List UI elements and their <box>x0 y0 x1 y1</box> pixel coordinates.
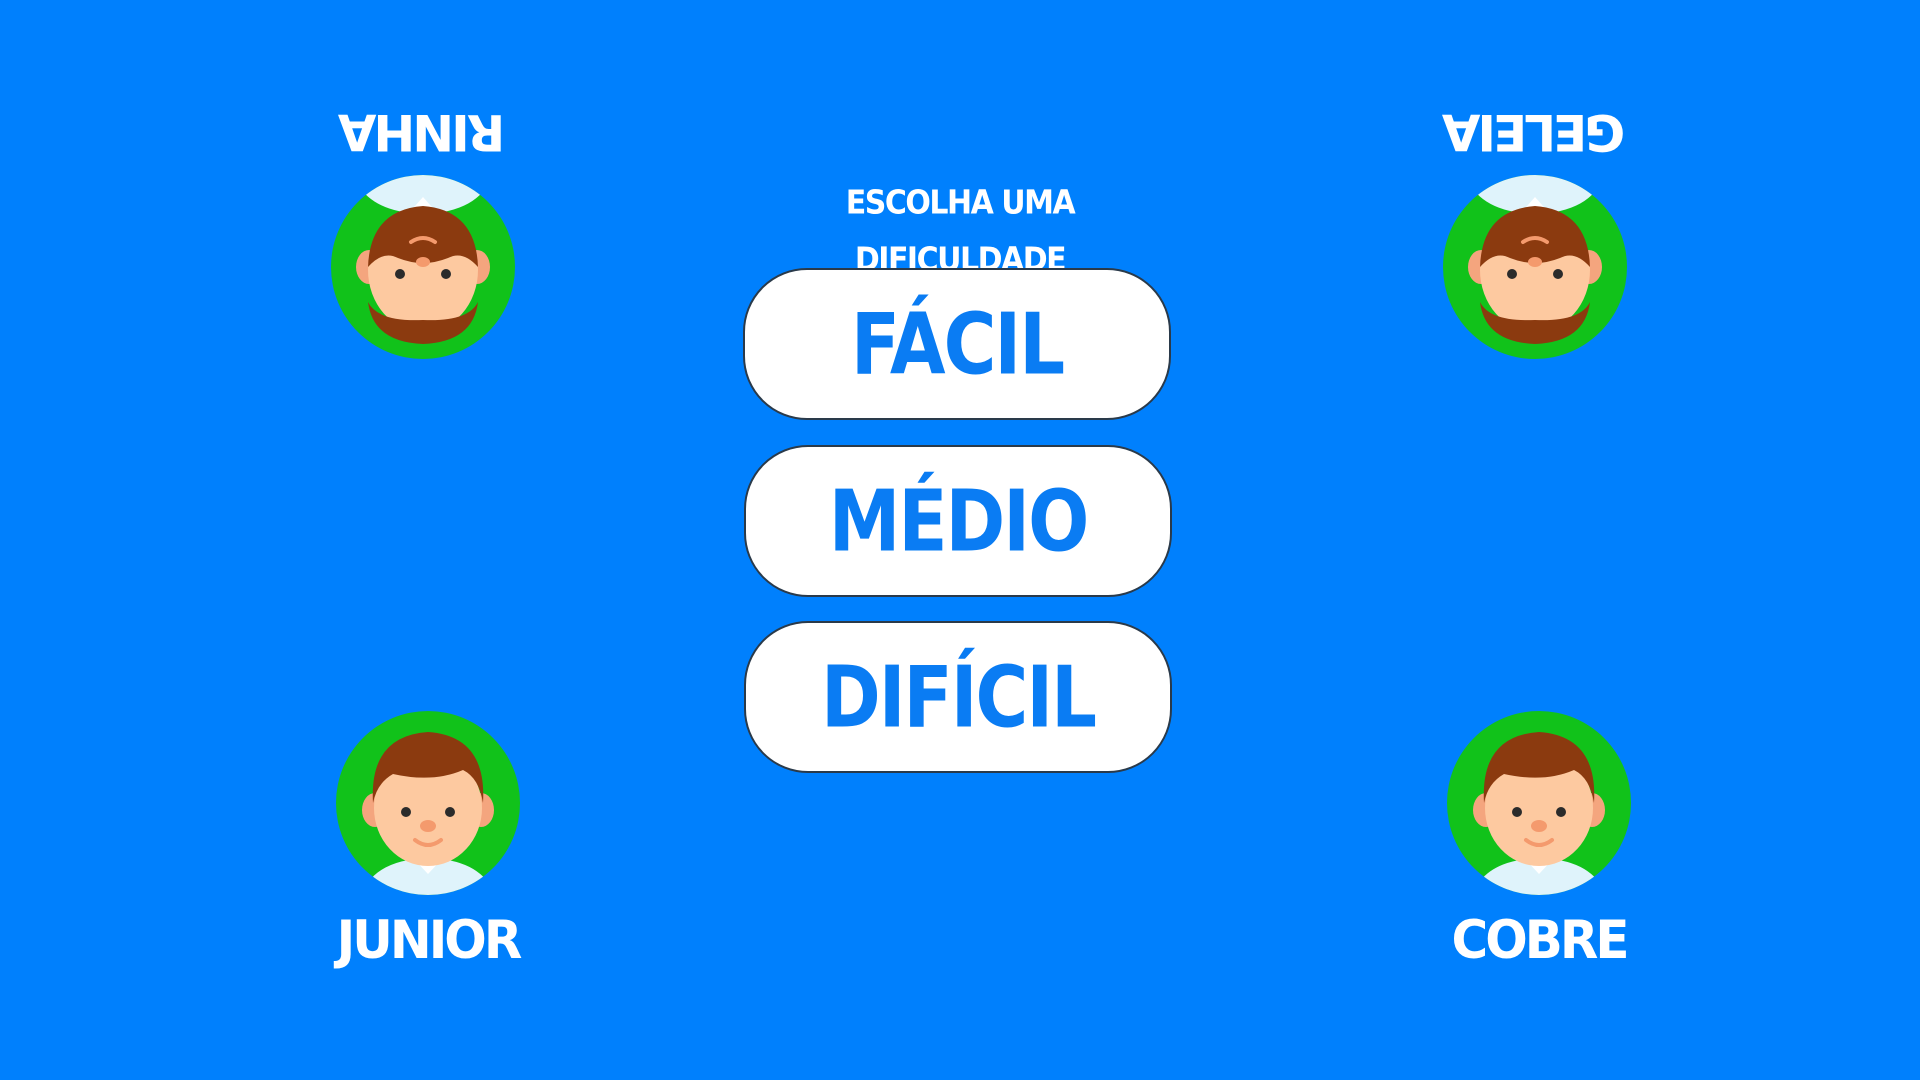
bearded-man-avatar-icon <box>328 172 518 362</box>
player-geleia: GELEIA <box>1440 102 1630 402</box>
hard-button[interactable]: DIFÍCIL <box>744 621 1172 773</box>
player-name: RINHA <box>340 103 506 161</box>
medium-button[interactable]: MÉDIO <box>744 445 1172 597</box>
boy-avatar-icon <box>1444 708 1634 898</box>
hard-button-label: DIFÍCIL <box>820 647 1097 747</box>
player-junior: JUNIOR <box>333 708 523 1008</box>
easy-button[interactable]: FÁCIL <box>743 268 1171 420</box>
medium-button-label: MÉDIO <box>828 471 1090 571</box>
easy-button-label: FÁCIL <box>850 294 1065 394</box>
player-name: GELEIA <box>1444 103 1626 161</box>
game-screen: { "screen": { "background_color": "#0080… <box>0 0 1920 1080</box>
bearded-man-avatar-icon <box>1440 172 1630 362</box>
player-cobre: COBRE <box>1444 708 1634 1008</box>
boy-avatar-icon <box>333 708 523 898</box>
player-name: JUNIOR <box>336 909 523 971</box>
player-name: COBRE <box>1451 909 1630 971</box>
player-rinha: RINHA <box>328 102 518 402</box>
